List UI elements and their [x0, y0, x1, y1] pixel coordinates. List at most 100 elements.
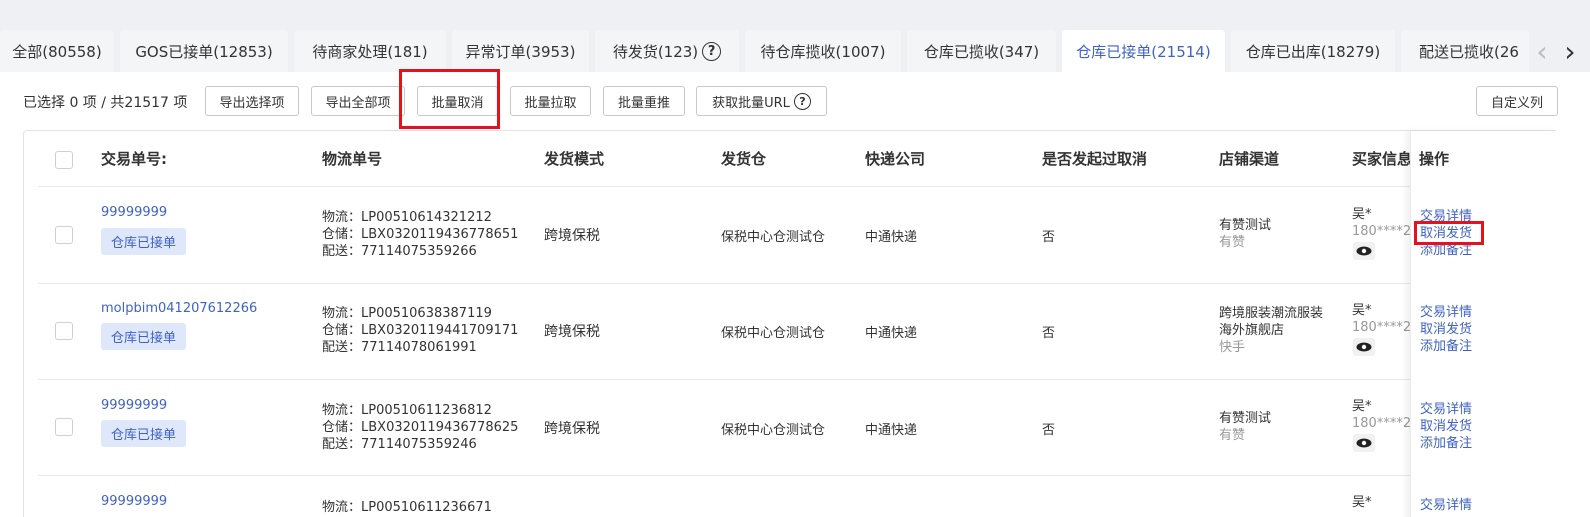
header-logistics-no: 物流单号: [322, 150, 383, 168]
eye-icon[interactable]: [1353, 338, 1375, 356]
buyer-name: 吴*: [1352, 495, 1372, 510]
button-label: 获取批量URL: [712, 95, 790, 111]
tab-warehouse-outbound[interactable]: 仓库已出库(18279): [1231, 30, 1395, 72]
tab-pending-merchant[interactable]: 待商家处理(181): [294, 30, 446, 72]
cancel-initiated: 否: [1042, 423, 1056, 438]
tab-label: 待发货(123): [612, 42, 699, 61]
storage-line: 仓储：LBX0320119441709171: [322, 323, 519, 338]
header-buyer: 买家信息: [1352, 150, 1410, 168]
row-checkbox[interactable]: [55, 418, 73, 436]
tab-picked-up[interactable]: 仓库已揽收(347): [907, 30, 1056, 72]
eye-icon[interactable]: [1353, 434, 1375, 452]
shop-name-line2: 海外旗舰店: [1219, 323, 1285, 338]
tab-warehouse-accepted[interactable]: 仓库已接单(21514): [1062, 30, 1225, 72]
ops-group: 交易详情 取消发货 添加备注: [1420, 401, 1472, 452]
cancel-shipment-link[interactable]: 取消发货: [1420, 418, 1472, 435]
batch-repush-button[interactable]: 批量重推: [603, 86, 685, 116]
row-divider: [38, 283, 1543, 284]
get-batch-url-button[interactable]: 获取批量URL?: [696, 86, 827, 116]
add-note-link[interactable]: 添加备注: [1420, 435, 1472, 452]
trade-detail-link[interactable]: 交易详情: [1420, 208, 1472, 225]
help-icon[interactable]: ?: [702, 41, 722, 61]
shop-name: 有赞测试: [1219, 411, 1272, 426]
tab-label: 全部(80558): [12, 42, 102, 61]
add-note-link[interactable]: 添加备注: [1420, 338, 1472, 355]
export-all-button[interactable]: 导出全部项: [311, 86, 405, 116]
logistics-info: 物流：LP00510614321212 仓储：LBX03201194367786…: [322, 209, 518, 260]
row-divider: [38, 186, 1543, 187]
platform-name: 有赞: [1219, 428, 1246, 443]
tab-pending-shipment[interactable]: 待发货(123)?: [595, 30, 739, 72]
order-no-link[interactable]: 99999999: [101, 205, 167, 220]
chevron-right-icon[interactable]: ›: [1556, 30, 1584, 72]
row-divider: [38, 475, 1543, 476]
header-ops: 操作: [1419, 150, 1450, 168]
row-checkbox[interactable]: [55, 322, 73, 340]
ops-group: 交易详情: [1420, 497, 1472, 514]
warehouse: 保税中心仓测试仓: [721, 423, 826, 438]
order-no-link[interactable]: 99999999: [101, 494, 167, 509]
order-no-link[interactable]: molpbim041207612266: [101, 301, 257, 316]
help-icon[interactable]: ?: [793, 92, 811, 110]
tab-label: GOS已接单(12853): [135, 42, 273, 61]
header-warehouse: 发货仓: [721, 150, 767, 168]
header-courier: 快递公司: [865, 150, 926, 168]
tab-delivery-picked[interactable]: 配送已揽收(26: [1401, 30, 1529, 72]
channel-info: 有赞测试 有赞: [1219, 410, 1271, 444]
shop-name: 有赞测试: [1219, 218, 1272, 233]
add-note-link[interactable]: 添加备注: [1420, 242, 1472, 259]
courier: 中通快递: [865, 326, 918, 341]
tab-abnormal[interactable]: 异常订单(3953): [452, 30, 589, 72]
selection-info: 已选择 0 项 / 共21517 项: [23, 95, 188, 111]
cancel-shipment-link[interactable]: 取消发货: [1420, 225, 1472, 242]
tab-label: 仓库已揽收(347): [923, 42, 1040, 61]
storage-line: 仓储：LBX0320119436778651: [322, 227, 519, 242]
logistics-info: 物流：LP00510611236812 仓储：LBX03201194367786…: [322, 402, 518, 453]
trade-detail-link[interactable]: 交易详情: [1420, 401, 1472, 418]
logistics-info: 物流：LP00510638387119 仓储：LBX03201194417091…: [322, 305, 518, 356]
tab-all[interactable]: 全部(80558): [0, 30, 114, 72]
tab-label: 仓库已出库(18279): [1245, 42, 1381, 61]
header-ship-mode: 发货模式: [544, 150, 605, 168]
logistics-line: 物流：LP00510638387119: [322, 306, 492, 321]
chevron-left-icon[interactable]: ‹: [1528, 30, 1556, 72]
courier: 中通快递: [865, 230, 918, 245]
logistics-info: 物流：LP00510611236671: [322, 499, 492, 516]
order-no-link[interactable]: 99999999: [101, 398, 167, 413]
row-checkbox[interactable]: [55, 226, 73, 244]
tab-gos-accepted[interactable]: GOS已接单(12853): [120, 30, 288, 72]
operations-column: 操作 交易详情 取消发货 添加备注 交易详情 取消发货 添加备注 交易详情 取消…: [1410, 131, 1560, 517]
tab-label: 待商家处理(181): [312, 42, 428, 61]
warehouse: 保税中心仓测试仓: [721, 230, 826, 245]
logistics-line: 物流：LP00510611236671: [322, 500, 492, 515]
platform-name: 有赞: [1219, 235, 1246, 250]
channel-info: 有赞测试 有赞: [1219, 217, 1271, 251]
customize-columns-button[interactable]: 自定义列: [1476, 86, 1558, 116]
channel-info: 跨境服装潮流服装 海外旗舰店 快手: [1219, 305, 1323, 356]
batch-pull-button[interactable]: 批量拉取: [510, 86, 591, 116]
eye-icon[interactable]: [1353, 242, 1375, 260]
trade-detail-link[interactable]: 交易详情: [1420, 497, 1472, 514]
top-band: [0, 0, 1590, 30]
batch-cancel-button[interactable]: 批量取消: [417, 86, 498, 116]
cancel-shipment-link[interactable]: 取消发货: [1420, 321, 1472, 338]
status-badge: 仓库已接单: [101, 323, 187, 350]
ship-mode: 跨境保税: [544, 324, 600, 340]
delivery-line: 配送：77114075359266: [322, 244, 477, 259]
storage-line: 仓储：LBX0320119436778625: [322, 420, 519, 435]
export-selected-button[interactable]: 导出选择项: [205, 86, 299, 116]
shop-name: 跨境服装潮流服装: [1219, 306, 1324, 321]
status-badge: 仓库已接单: [101, 420, 187, 447]
cancel-initiated: 否: [1042, 326, 1056, 341]
status-tab-bar: 全部(80558) GOS已接单(12853) 待商家处理(181) 异常订单(…: [0, 30, 1590, 72]
tab-label: 异常订单(3953): [465, 42, 576, 61]
trade-detail-link[interactable]: 交易详情: [1420, 304, 1472, 321]
tab-pending-pickup[interactable]: 待仓库揽收(1007): [745, 30, 901, 72]
tab-label: 仓库已接单(21514): [1076, 42, 1211, 61]
courier: 中通快递: [865, 423, 918, 438]
ship-mode: 跨境保税: [544, 228, 600, 244]
tab-label: 配送已揽收(26: [1419, 42, 1519, 61]
select-all-checkbox[interactable]: [55, 151, 73, 169]
ops-group: 交易详情 取消发货 添加备注: [1420, 304, 1472, 355]
cancel-initiated: 否: [1042, 230, 1056, 245]
